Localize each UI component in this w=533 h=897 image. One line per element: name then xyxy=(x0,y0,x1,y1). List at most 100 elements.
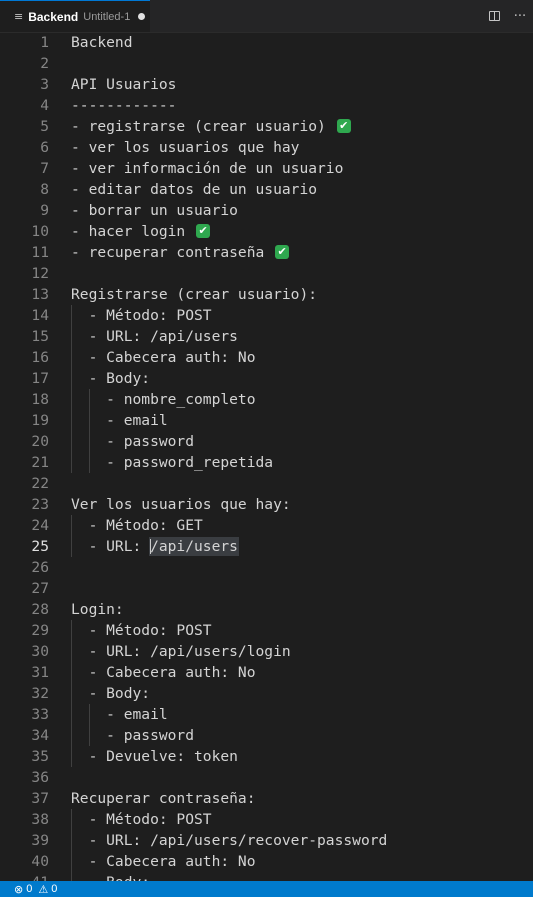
line-number: 12 xyxy=(31,265,49,282)
editor-line[interactable]: 17 - Body: xyxy=(0,368,533,389)
line-number: 22 xyxy=(31,475,49,492)
unsaved-dot-icon[interactable] xyxy=(138,13,146,20)
editor-line[interactable]: 30 - URL: /api/users/login xyxy=(0,641,533,662)
line-text: - Body: xyxy=(71,685,151,702)
editor-line[interactable]: 40 - Cabecera auth: No xyxy=(0,851,533,872)
line-number: 13 xyxy=(31,286,49,303)
line-text: Registrarse (crear usuario): xyxy=(71,286,318,303)
line-number: 5 xyxy=(40,118,49,135)
editor-line[interactable]: 28 Login: xyxy=(0,599,533,620)
editor-line[interactable]: 39 - URL: /api/users/recover-password xyxy=(0,830,533,851)
line-number: 6 xyxy=(40,139,49,156)
code-editor[interactable]: 1 Backend 2 3 API Usuarios 4 ------------ 5- re… xyxy=(0,32,533,881)
line-text: API Usuarios xyxy=(71,76,177,93)
line-number: 23 xyxy=(31,496,49,513)
editor-line[interactable]: 16 - Cabecera auth: No xyxy=(0,347,533,368)
editor-line[interactable]: 23 Ver los usuarios que hay: xyxy=(0,494,533,515)
line-number: 35 xyxy=(31,748,49,765)
warnings-count: 0 xyxy=(51,883,58,895)
editor-line[interactable]: 15 - URL: /api/users xyxy=(0,326,533,347)
warnings-indicator[interactable]: ⚠ 0 xyxy=(38,883,57,896)
more-actions-button[interactable]: ··· xyxy=(507,0,533,32)
line-number: 26 xyxy=(31,559,49,576)
line-number: 37 xyxy=(31,790,49,807)
line-text: - password_repetida xyxy=(71,454,274,471)
editor-line[interactable]: 13 Registrarse (crear usuario): xyxy=(0,284,533,305)
line-number: 19 xyxy=(31,412,49,429)
editor-line[interactable]: 34 - password xyxy=(0,725,533,746)
split-editor-button[interactable] xyxy=(481,0,507,32)
errors-count: 0 xyxy=(26,883,33,895)
line-number: 9 xyxy=(40,202,49,219)
editor-line[interactable]: 1 Backend xyxy=(0,32,533,53)
editor-line[interactable]: 37 Recuperar contraseña: xyxy=(0,788,533,809)
editor-line[interactable]: 38 - Método: POST xyxy=(0,809,533,830)
editor-line[interactable]: 19 - email xyxy=(0,410,533,431)
editor-line[interactable]: 22 xyxy=(0,473,533,494)
editor-line[interactable]: 36 xyxy=(0,767,533,788)
line-text: Login: xyxy=(71,601,124,618)
editor-line[interactable]: 7 - ver información de un usuario xyxy=(0,158,533,179)
line-text: - URL: /api/users xyxy=(71,538,238,555)
problems-indicator[interactable]: ⊗ 0 xyxy=(14,883,32,896)
editor-window: ≡ Backend Untitled-1 ··· 1 Backend 2 3 API U… xyxy=(0,0,533,897)
editor-line[interactable]: 31 - Cabecera auth: No xyxy=(0,662,533,683)
editor-line[interactable]: 2 xyxy=(0,53,533,74)
line-text: - recuperar contraseña xyxy=(71,244,265,261)
line-text: - Devuelve: token xyxy=(71,748,238,765)
tab-backend[interactable]: ≡ Backend Untitled-1 xyxy=(0,0,150,32)
line-text: - Cabecera auth: No xyxy=(71,853,256,870)
menu-lines-icon: ≡ xyxy=(14,10,24,23)
line-text: - borrar un usuario xyxy=(71,202,238,219)
editor-line[interactable]: 14 - Método: POST xyxy=(0,305,533,326)
line-text: - Body: xyxy=(71,872,151,881)
line-text: - password xyxy=(71,433,195,450)
editor-line[interactable]: 27 xyxy=(0,578,533,599)
editor-line[interactable]: 32 - Body: xyxy=(0,683,533,704)
editor-line[interactable]: 24 - Método: GET xyxy=(0,515,533,536)
editor-line[interactable]: 26 xyxy=(0,557,533,578)
line-number: 7 xyxy=(40,160,49,177)
line-number: 2 xyxy=(40,55,49,72)
line-number: 39 xyxy=(31,832,49,849)
split-editor-icon xyxy=(488,11,500,21)
line-text: - URL: /api/users/login xyxy=(71,643,291,660)
editor-line[interactable]: 8 - editar datos de un usuario xyxy=(0,179,533,200)
line-number: 29 xyxy=(31,622,49,639)
editor-line[interactable]: 4 ------------ xyxy=(0,95,533,116)
line-text: - Método: GET xyxy=(71,517,203,534)
editor-line[interactable]: 6 - ver los usuarios que hay xyxy=(0,137,533,158)
line-text: Ver los usuarios que hay: xyxy=(71,496,291,513)
editor-line[interactable]: 35 - Devuelve: token xyxy=(0,746,533,767)
line-text: - hacer login xyxy=(71,223,186,240)
line-number: 21 xyxy=(31,454,49,471)
check-mark-icon: ✔ xyxy=(336,119,351,133)
editor-line[interactable]: 33 - email xyxy=(0,704,533,725)
editor-line[interactable]: 12 xyxy=(0,263,533,284)
editor-line[interactable]: 3 API Usuarios xyxy=(0,74,533,95)
tab-description: Untitled-1 xyxy=(83,10,131,23)
line-number: 31 xyxy=(31,664,49,681)
line-number: 30 xyxy=(31,643,49,660)
warning-triangle-icon: ⚠ xyxy=(38,882,49,896)
editor-line[interactable]: 10 - hacer login ✔ xyxy=(0,221,533,242)
line-text: - URL: /api/users xyxy=(71,328,238,345)
editor-line[interactable]: 9 - borrar un usuario xyxy=(0,200,533,221)
editor-line[interactable]: 20 - password xyxy=(0,431,533,452)
line-number: 8 xyxy=(40,181,49,198)
editor-line[interactable]: 18 - nombre_completo xyxy=(0,389,533,410)
line-text: - ver los usuarios que hay xyxy=(71,139,300,156)
editor-line[interactable]: 29 - Método: POST xyxy=(0,620,533,641)
line-number: 28 xyxy=(31,601,49,618)
editor-line[interactable]: 5 - registrarse (crear usuario) ✔ xyxy=(0,116,533,137)
editor-line[interactable]: 21 - password_repetida xyxy=(0,452,533,473)
editor-line[interactable]: 41 - Body: xyxy=(0,872,533,881)
line-number: 4 xyxy=(40,97,49,114)
line-number: 3 xyxy=(40,76,49,93)
line-text: - email xyxy=(71,706,168,723)
editor-line[interactable]: 25 - URL: /api/users xyxy=(0,536,533,557)
line-number: 1 xyxy=(40,34,49,51)
editor-line[interactable]: 11 - recuperar contraseña ✔ xyxy=(0,242,533,263)
line-number: 25 xyxy=(31,538,49,555)
line-text: - editar datos de un usuario xyxy=(71,181,318,198)
